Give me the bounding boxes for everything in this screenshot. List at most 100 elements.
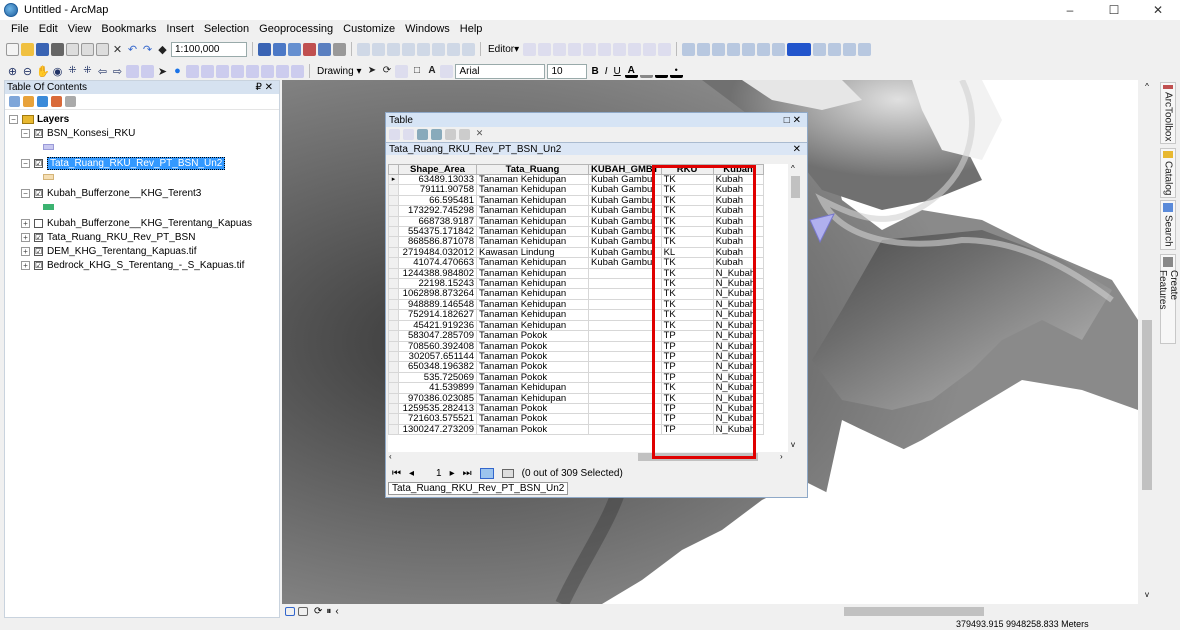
table-cell-shape-area[interactable]: 721603.575521 (398, 413, 477, 425)
row-selector[interactable] (388, 194, 399, 207)
table-cell-kubah-gmbt[interactable] (588, 340, 662, 352)
table-row[interactable]: 45421.919236 Tanaman Kehidupan TK N_Kubah (388, 319, 764, 332)
bold-button[interactable]: B (589, 66, 600, 77)
table-cell-tata-ruang[interactable]: Tanaman Kehidupan (476, 278, 589, 290)
table-cell-rku[interactable]: TP (660, 330, 714, 342)
table-cell-kubah-gmbt[interactable] (588, 278, 662, 290)
table-cell-kubah[interactable]: N_Kubah (712, 361, 764, 373)
layer-visibility-checkbox[interactable]: ☑ (34, 232, 43, 242)
layers-root[interactable]: − Layers (9, 112, 69, 126)
expand-icon[interactable]: + (21, 218, 30, 228)
table-cell-kubah[interactable]: Kubah (712, 184, 764, 196)
row-selector[interactable] (388, 215, 399, 228)
font-select[interactable]: Arial (455, 63, 546, 79)
table-cell-rku[interactable]: TK (660, 215, 714, 228)
table-window-dock-close[interactable]: □ ✕ (784, 115, 801, 126)
show-all-records-icon[interactable] (479, 467, 494, 479)
row-selector[interactable] (388, 309, 399, 321)
table-cell-rku[interactable]: TK (660, 194, 714, 207)
table-cell-shape-area[interactable]: 554375.171842 (398, 226, 477, 238)
row-selector[interactable] (388, 278, 399, 290)
table-cell-shape-area[interactable]: 1259535.282413 (398, 402, 477, 415)
text-icon[interactable]: A (425, 65, 438, 78)
row-selector[interactable] (388, 184, 399, 196)
last-record-icon[interactable]: ⏭ (463, 468, 472, 479)
row-selector[interactable] (388, 288, 399, 300)
collapse-icon[interactable]: − (21, 188, 30, 198)
table-cell-kubah[interactable]: N_Kubah (712, 309, 764, 321)
end-icon[interactable] (402, 42, 415, 56)
toc-layer-tata-ruang-un2[interactable]: − ☑ Tata_Ruang_RKU_Rev_PT_BSN_Un2 (21, 156, 226, 170)
table-cell-rku[interactable]: TP (660, 423, 714, 436)
current-record[interactable]: 1 (436, 468, 442, 479)
table-cell-kubah[interactable]: N_Kubah (712, 340, 764, 352)
point-icon[interactable] (583, 42, 597, 56)
table-cell-rku[interactable]: TP (660, 340, 714, 352)
table-row[interactable]: ▸ 63489.13033 Tanaman Kehidupan Kubah Gambu… (388, 173, 764, 186)
table-cell-rku[interactable]: TK (660, 267, 714, 280)
horizontal-scroll-thumb[interactable] (638, 453, 758, 461)
table-cell-kubah-gmbt[interactable] (588, 382, 662, 394)
map-scale-select[interactable]: 1:100,000 (171, 41, 247, 57)
scroll-right-arrow-icon[interactable]: › (780, 452, 783, 461)
table-cell-kubah[interactable]: Kubah (712, 246, 764, 259)
table-cell-kubah-gmbt[interactable] (588, 413, 662, 425)
toc-layer-tata-ruang[interactable]: + ☑ Tata_Ruang_RKU_Rev_PT_BSN (21, 230, 195, 244)
table-cell-tata-ruang[interactable]: Tanaman Kehidupan (476, 215, 589, 228)
row-selector[interactable] (388, 423, 399, 436)
table-cell-tata-ruang[interactable]: Tanaman Kehidupan (476, 319, 589, 332)
pause-drawing-icon[interactable]: ⏸ (324, 606, 333, 617)
column-header[interactable]: RKU (660, 164, 714, 175)
horizontal-scroll-thumb[interactable] (844, 607, 984, 616)
arctoolbox-icon[interactable] (303, 42, 316, 56)
toc-layer-dem[interactable]: + ☑ DEM_KHG_Terentang_Kapuas.tif (21, 244, 197, 258)
table-cell-shape-area[interactable]: 752914.182627 (398, 309, 477, 321)
column-header[interactable]: Shape_Area (398, 164, 477, 175)
table-cell-kubah[interactable]: N_Kubah (712, 371, 764, 384)
new-document-icon[interactable] (6, 42, 19, 56)
find-route-icon[interactable] (246, 64, 259, 78)
row-selector[interactable] (388, 402, 399, 415)
table-row[interactable]: 41074.470663 Tanaman Kehidupan Kubah Gambu… (388, 257, 764, 269)
table-cell-kubah[interactable]: N_Kubah (712, 319, 764, 332)
vertex-icon[interactable] (372, 42, 385, 56)
table-cell-shape-area[interactable]: 63489.13033 (398, 173, 477, 186)
table-cell-shape-area[interactable]: 22198.15243 (398, 278, 477, 290)
table-cell-shape-area[interactable]: 948889.146548 (398, 298, 477, 311)
pan-icon[interactable]: ✋ (36, 65, 50, 78)
table-cell-tata-ruang[interactable]: Tanaman Pokok (476, 413, 589, 425)
table-cell-tata-ruang[interactable]: Tanaman Pokok (476, 350, 589, 363)
table-cell-tata-ruang[interactable]: Tanaman Kehidupan (476, 257, 589, 269)
column-header[interactable]: Tata_Ruang (476, 164, 589, 175)
table-cell-kubah-gmbt[interactable]: Kubah Gambut (588, 226, 662, 238)
layer-tool-icon[interactable] (697, 42, 711, 56)
save-icon[interactable] (36, 42, 49, 56)
menu-view[interactable]: View (63, 23, 97, 35)
maximize-button[interactable]: ☐ (1092, 0, 1136, 20)
row-selector[interactable] (388, 371, 399, 384)
scroll-down-arrow-icon[interactable]: v (791, 440, 795, 449)
table-cell-kubah[interactable]: N_Kubah (712, 413, 764, 425)
table-cell-kubah-gmbt[interactable] (588, 350, 662, 363)
back-extent-icon[interactable]: ⇦ (96, 65, 109, 78)
table-row[interactable]: 41.539899 Tanaman Kehidupan TK N_Kubah (388, 382, 764, 394)
table-row[interactable]: 554375.171842 Tanaman Kehidupan Kubah Gamb… (388, 226, 764, 238)
table-cell-tata-ruang[interactable]: Tanaman Pokok (476, 330, 589, 342)
table-horizontal-scrollbar[interactable]: ‹ › (388, 452, 788, 462)
layer-visibility-checkbox[interactable] (34, 218, 43, 228)
table-cell-shape-area[interactable]: 45421.919236 (398, 319, 477, 332)
table-cell-kubah-gmbt[interactable] (588, 402, 662, 415)
table-cell-rku[interactable]: TK (660, 309, 714, 321)
table-cell-tata-ruang[interactable]: Tanaman Kehidupan (476, 267, 589, 280)
table-cell-shape-area[interactable]: 2719484.032012 (398, 246, 477, 259)
table-cell-shape-area[interactable]: 41074.470663 (398, 257, 477, 269)
menu-geoprocessing[interactable]: Geoprocessing (254, 23, 338, 35)
table-cell-shape-area[interactable]: 708560.392408 (398, 340, 477, 352)
zoom-to-elements-icon[interactable] (395, 64, 409, 78)
font-size-select[interactable]: 10 (547, 63, 588, 79)
create-features-tab[interactable]: Create Features (1157, 254, 1179, 344)
fill-color-icon[interactable] (639, 65, 653, 78)
cut-icon[interactable] (66, 42, 79, 56)
scroll-thumb[interactable] (1142, 320, 1152, 490)
split-icon[interactable] (598, 42, 612, 56)
